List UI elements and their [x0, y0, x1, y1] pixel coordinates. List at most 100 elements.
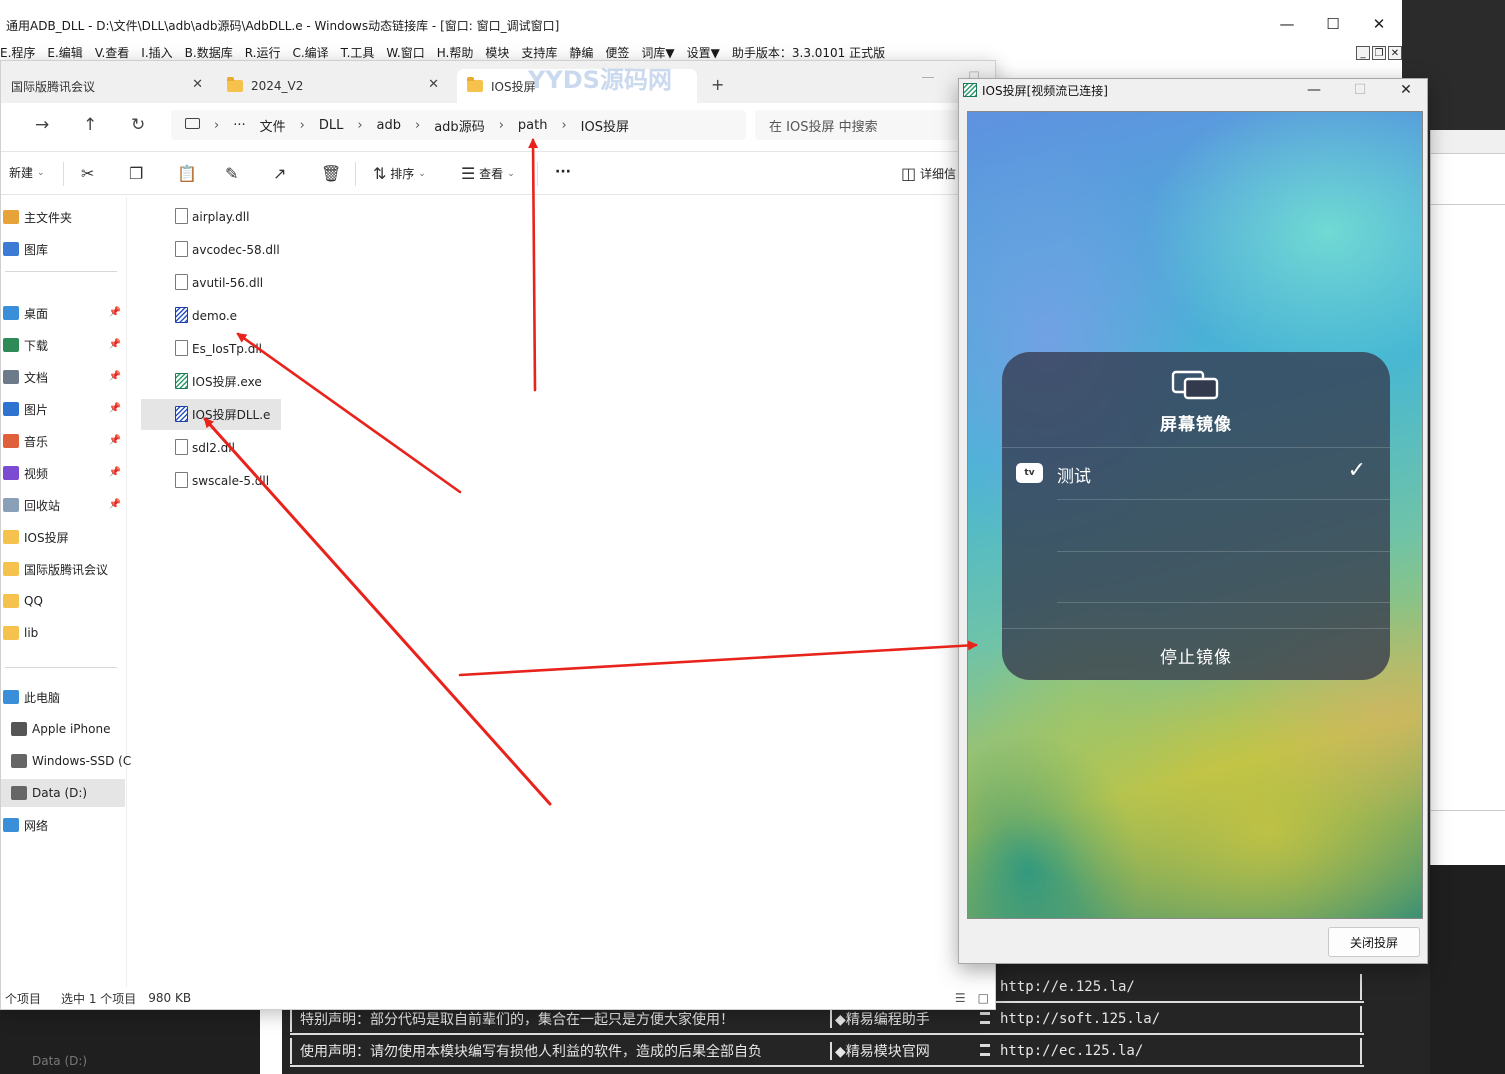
right-pane-header	[1431, 130, 1505, 154]
breadcrumb-item-ios-screencast[interactable]: IOS投屏	[581, 116, 629, 135]
file-item[interactable]: sdl2.dll	[141, 432, 235, 463]
pin-icon[interactable]: 📌	[109, 339, 121, 350]
sidebar-item[interactable]: QQ	[1, 587, 125, 615]
right-pane-divider	[1431, 204, 1505, 205]
minimize-icon[interactable]: —	[1264, 8, 1310, 40]
tab-meeting[interactable]: 国际版腾讯会议 ✕	[1, 69, 213, 103]
pin-icon[interactable]: 📌	[109, 403, 121, 414]
pin-icon[interactable]: 📌	[109, 499, 121, 510]
breadcrumb-item-dll[interactable]: DLL	[319, 118, 344, 133]
sidebar-item[interactable]: 图片 📌	[1, 395, 125, 423]
cut-button[interactable]: ✂	[81, 164, 94, 183]
up-icon[interactable]: ↑	[83, 115, 97, 135]
rename-button[interactable]: ✎	[225, 164, 238, 183]
console-notice: 特别声明：部分代码是取自前辈们的，集合在一起只是方便大家使用！	[300, 1012, 734, 1028]
tiles-view-icon[interactable]: □	[978, 991, 989, 1005]
paste-button[interactable]: 📋	[177, 164, 197, 183]
sidebar-item[interactable]: Windows-SSD (C	[1, 747, 131, 775]
command-bar: 新建 ⌄ ✂ ❐ 📋 ✎ ↗ 🗑 ⇅ 排序 ⌄ ☰ 查看 ⌄ ··· ◫ 详细信	[1, 151, 995, 195]
pin-icon[interactable]: 📌	[109, 435, 121, 446]
pin-icon[interactable]: 📌	[109, 371, 121, 382]
pin-icon[interactable]: 📌	[109, 467, 121, 478]
chevron-right-icon[interactable]: ›	[357, 118, 362, 133]
forward-icon[interactable]: →	[35, 115, 49, 135]
sidebar-item[interactable]: IOS投屏	[1, 523, 125, 551]
refresh-icon[interactable]: ↻	[131, 115, 145, 135]
sidebar-item[interactable]: 文档 📌	[1, 363, 125, 391]
mdi-restore-icon[interactable]: ❐	[1372, 46, 1386, 60]
e-source-file-icon	[175, 406, 188, 422]
new-tab-icon[interactable]: +	[711, 75, 724, 94]
row-divider	[1057, 602, 1390, 603]
file-item[interactable]: airplay.dll	[141, 201, 249, 232]
sidebar-item-icon	[3, 370, 19, 384]
toolbar-divider	[537, 162, 538, 186]
breadcrumb-more[interactable]: ···	[233, 118, 245, 133]
maximize-icon[interactable]: ☐	[1310, 8, 1356, 40]
sidebar-item[interactable]: 此电脑	[1, 683, 125, 711]
copy-button[interactable]: ❐	[129, 164, 143, 183]
chevron-right-icon[interactable]: ›	[499, 118, 504, 133]
close-tab-icon[interactable]: ✕	[192, 77, 203, 92]
close-tab-icon[interactable]: ✕	[428, 77, 439, 92]
sidebar-item-icon	[3, 434, 19, 448]
file-item[interactable]: Es_IosTp.dll	[141, 333, 262, 364]
delete-button[interactable]: 🗑	[321, 164, 341, 183]
sidebar-item[interactable]: lib	[1, 619, 125, 647]
sidebar-item[interactable]: 主文件夹	[1, 203, 125, 231]
file-item[interactable]: demo.e	[141, 300, 237, 331]
sidebar-item[interactable]: 网络	[1, 811, 125, 839]
share-button[interactable]: ↗	[273, 164, 286, 183]
sidebar-item[interactable]: 音乐 📌	[1, 427, 125, 455]
console-url[interactable]: http://e.125.la/	[1000, 979, 1135, 995]
file-item[interactable]: avutil-56.dll	[141, 267, 263, 298]
file-item[interactable]: swscale-5.dll	[141, 465, 269, 496]
breadcrumb-item-adb[interactable]: adb	[377, 118, 401, 133]
sidebar-item[interactable]: 桌面 📌	[1, 299, 125, 327]
console-url[interactable]: http://soft.125.la/	[1000, 1011, 1160, 1027]
chevron-right-icon[interactable]: ›	[415, 118, 420, 133]
console-url[interactable]: http://ec.125.la/	[1000, 1043, 1143, 1059]
sidebar-item[interactable]: 国际版腾讯会议	[1, 555, 125, 583]
file-item[interactable]: IOS投屏DLL.e	[141, 399, 281, 430]
sidebar-item[interactable]: Data (D:)	[1, 779, 125, 807]
breadcrumb-item-adb-source[interactable]: adb源码	[434, 116, 484, 135]
sidebar-item-label: 主文件夹	[24, 210, 73, 225]
pin-icon[interactable]: 📌	[109, 307, 121, 318]
stop-mirroring-button[interactable]: 停止镜像	[1002, 630, 1390, 680]
new-button[interactable]: 新建 ⌄	[9, 164, 45, 181]
sidebar-item-label: 文档	[24, 370, 49, 385]
clipboard-icon: 📋	[177, 164, 197, 183]
breadcrumb-item-path[interactable]: path	[518, 118, 548, 133]
sidebar-item[interactable]: 下载 📌	[1, 331, 125, 359]
sidebar-item[interactable]: 回收站 📌	[1, 491, 125, 519]
sidebar-divider	[5, 271, 117, 272]
close-icon[interactable]: ✕	[1356, 8, 1402, 40]
device-row[interactable]: tv 测试 ✓	[1002, 448, 1390, 500]
view-button[interactable]: ☰ 查看 ⌄	[461, 164, 515, 183]
dll-file-icon	[175, 274, 188, 290]
sidebar-item-label: Windows-SSD (C	[32, 754, 132, 768]
sidebar-item[interactable]: 视频 📌	[1, 459, 125, 487]
mdi-close-icon[interactable]: ✕	[1388, 46, 1402, 60]
tab-2024-v2[interactable]: 2024_V2 ✕	[217, 69, 449, 103]
minimize-icon[interactable]: —	[905, 63, 951, 91]
chevron-right-icon[interactable]: ›	[214, 118, 219, 133]
phone-screen[interactable]: 屏幕镜像 tv 测试 ✓ 停止镜像	[967, 111, 1423, 919]
more-options-button[interactable]: ···	[555, 164, 571, 180]
sidebar-item[interactable]: 图库	[1, 235, 125, 263]
minimize-icon[interactable]: —	[1291, 79, 1337, 101]
close-screencast-button[interactable]: 关闭投屏	[1328, 927, 1420, 957]
file-item[interactable]: avcodec-58.dll	[141, 234, 280, 265]
details-view-icon[interactable]: ☰	[955, 991, 966, 1005]
chevron-right-icon[interactable]: ›	[561, 118, 566, 133]
chevron-right-icon[interactable]: ›	[300, 118, 305, 133]
file-item[interactable]: IOS投屏.exe	[141, 366, 262, 397]
sort-button[interactable]: ⇅ 排序 ⌄	[373, 164, 426, 183]
mdi-minimize-icon[interactable]: _	[1356, 46, 1370, 60]
details-pane-button[interactable]: ◫ 详细信	[901, 164, 956, 183]
sidebar-item[interactable]: Apple iPhone	[1, 715, 125, 743]
close-icon[interactable]: ✕	[1383, 79, 1429, 101]
breadcrumb-item-files[interactable]: 文件	[260, 116, 286, 135]
this-pc-icon[interactable]	[185, 117, 200, 133]
